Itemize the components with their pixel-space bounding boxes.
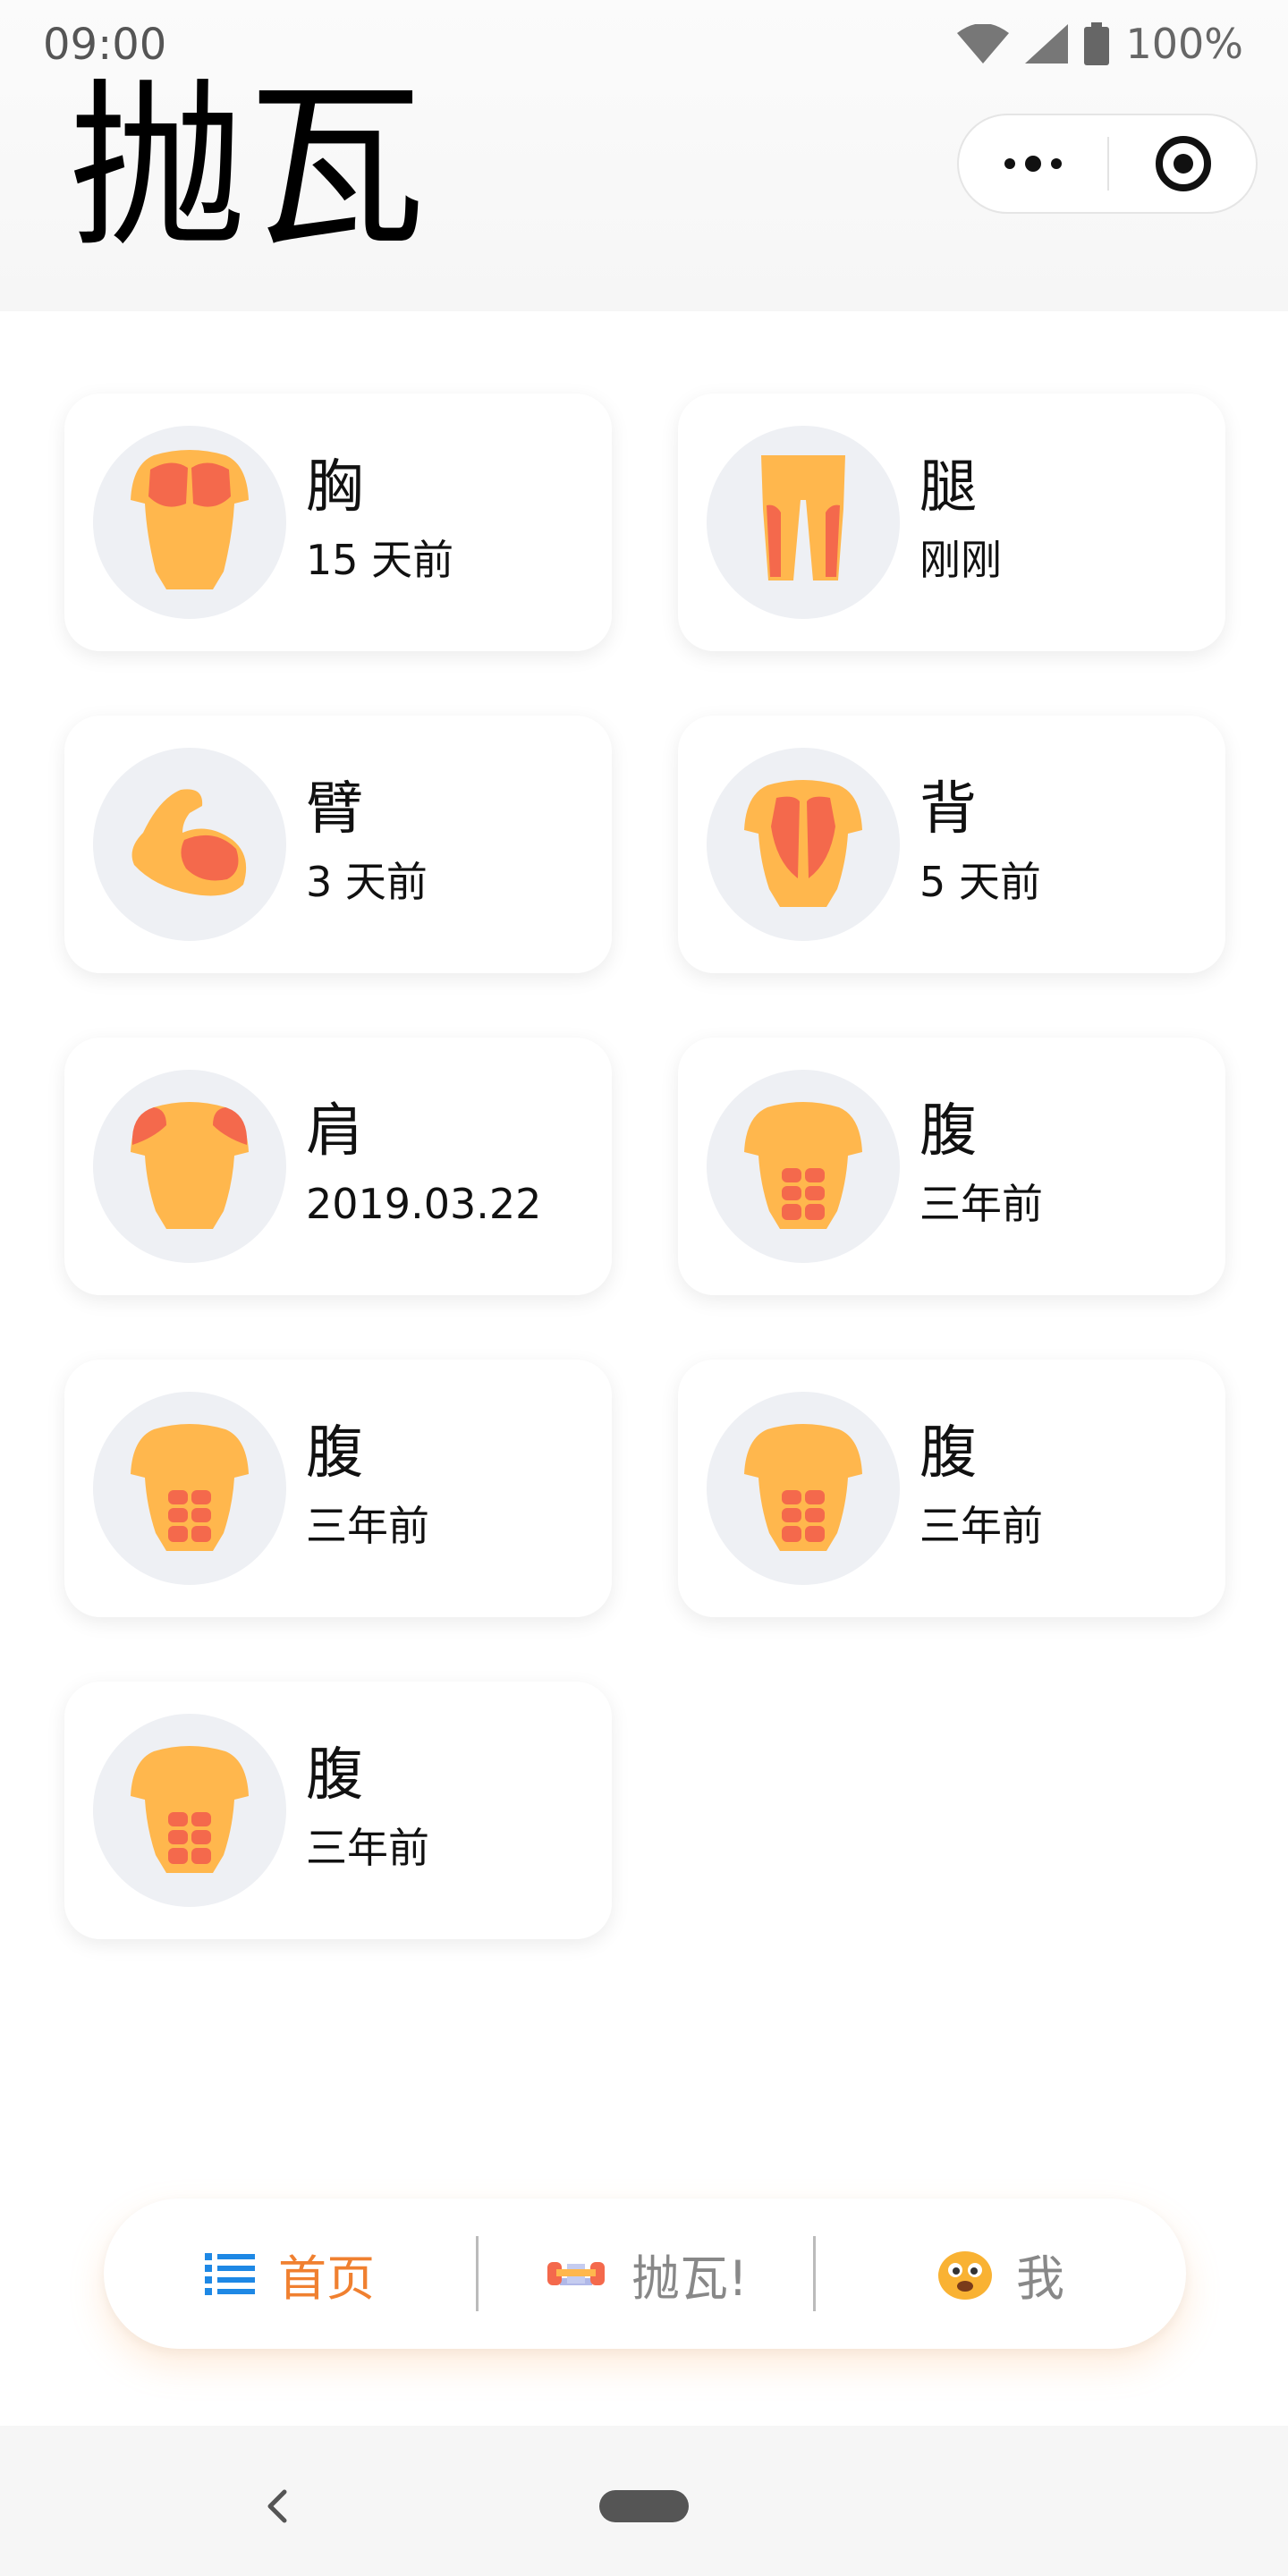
more-button[interactable]: [959, 115, 1107, 212]
tab-me[interactable]: 我: [816, 2199, 1186, 2349]
tab-workout[interactable]: 抛瓦!: [479, 2199, 813, 2349]
card-name: 肩: [306, 1098, 363, 1165]
status-time: 09:00: [43, 20, 167, 70]
card-abs[interactable]: 腹 三年前: [678, 1360, 1225, 1617]
card-name: 背: [919, 776, 977, 843]
battery-icon: [1084, 22, 1110, 65]
card-name: 腹: [306, 1742, 363, 1809]
tab-label: 我: [1016, 2250, 1064, 2307]
tab-home[interactable]: 首页: [104, 2199, 476, 2349]
chest-icon: [131, 450, 249, 589]
tab-label: 首页: [278, 2250, 375, 2307]
avatar: [707, 1392, 900, 1585]
legs-icon: [761, 455, 845, 580]
back-icon: [744, 780, 862, 907]
more-dots-icon: [1004, 156, 1062, 172]
card-shoulder[interactable]: 肩 2019.03.22: [64, 1038, 612, 1295]
arm-icon: [131, 789, 247, 896]
card-back[interactable]: 背 5 天前: [678, 716, 1225, 973]
battery-percent: 100%: [1125, 20, 1243, 68]
card-name: 胸: [306, 454, 363, 521]
avatar: [707, 1070, 900, 1263]
home-pill-button[interactable]: [599, 2490, 689, 2522]
signal-icon: [1025, 24, 1069, 64]
card-chest[interactable]: 胸 15 天前: [64, 394, 612, 651]
card-last-time: 3 天前: [306, 858, 428, 906]
tab-bar: 首页 抛瓦! 我: [104, 2199, 1186, 2349]
avatar: [93, 1070, 286, 1263]
card-last-time: 2019.03.22: [306, 1180, 542, 1228]
card-name: 臂: [306, 776, 363, 843]
abs-icon: [744, 1424, 862, 1551]
close-miniprogram-button[interactable]: [1109, 115, 1258, 212]
card-last-time: 三年前: [919, 1180, 1043, 1228]
abs-icon: [131, 1424, 249, 1551]
card-arm[interactable]: 臂 3 天前: [64, 716, 612, 973]
abs-icon: [131, 1746, 249, 1873]
avatar: [93, 1714, 286, 1907]
card-last-time: 15 天前: [306, 536, 454, 584]
avatar: [707, 426, 900, 619]
target-icon: [1156, 136, 1211, 191]
card-abs[interactable]: 腹 三年前: [64, 1682, 612, 1939]
capsule-menu: [957, 114, 1258, 214]
system-nav-bar: [0, 2426, 1288, 2576]
avatar: [707, 748, 900, 941]
card-abs[interactable]: 腹 三年前: [678, 1038, 1225, 1295]
emoji-face-icon: [938, 2251, 992, 2300]
tab-label: 抛瓦!: [631, 2250, 748, 2307]
avatar: [93, 1392, 286, 1585]
card-last-time: 三年前: [306, 1824, 429, 1872]
card-name: 腹: [306, 1420, 363, 1487]
card-abs[interactable]: 腹 三年前: [64, 1360, 612, 1617]
card-name: 腹: [919, 1098, 977, 1165]
card-legs[interactable]: 腿 刚刚: [678, 394, 1225, 651]
card-name: 腹: [919, 1420, 977, 1487]
shoulder-icon: [131, 1102, 249, 1229]
avatar: [93, 748, 286, 941]
card-last-time: 三年前: [919, 1502, 1043, 1550]
dumbbell-icon: [547, 2262, 606, 2285]
list-icon: [205, 2253, 255, 2295]
card-last-time: 5 天前: [919, 858, 1041, 906]
page-title: 抛瓦: [68, 64, 427, 272]
wifi-icon: [957, 24, 1010, 64]
card-name: 腿: [919, 454, 977, 521]
status-icons: 100%: [957, 20, 1243, 68]
abs-icon: [744, 1102, 862, 1229]
avatar: [93, 426, 286, 619]
card-last-time: 刚刚: [919, 536, 1002, 584]
card-last-time: 三年前: [306, 1502, 429, 1550]
back-arrow-icon[interactable]: [265, 2488, 288, 2524]
